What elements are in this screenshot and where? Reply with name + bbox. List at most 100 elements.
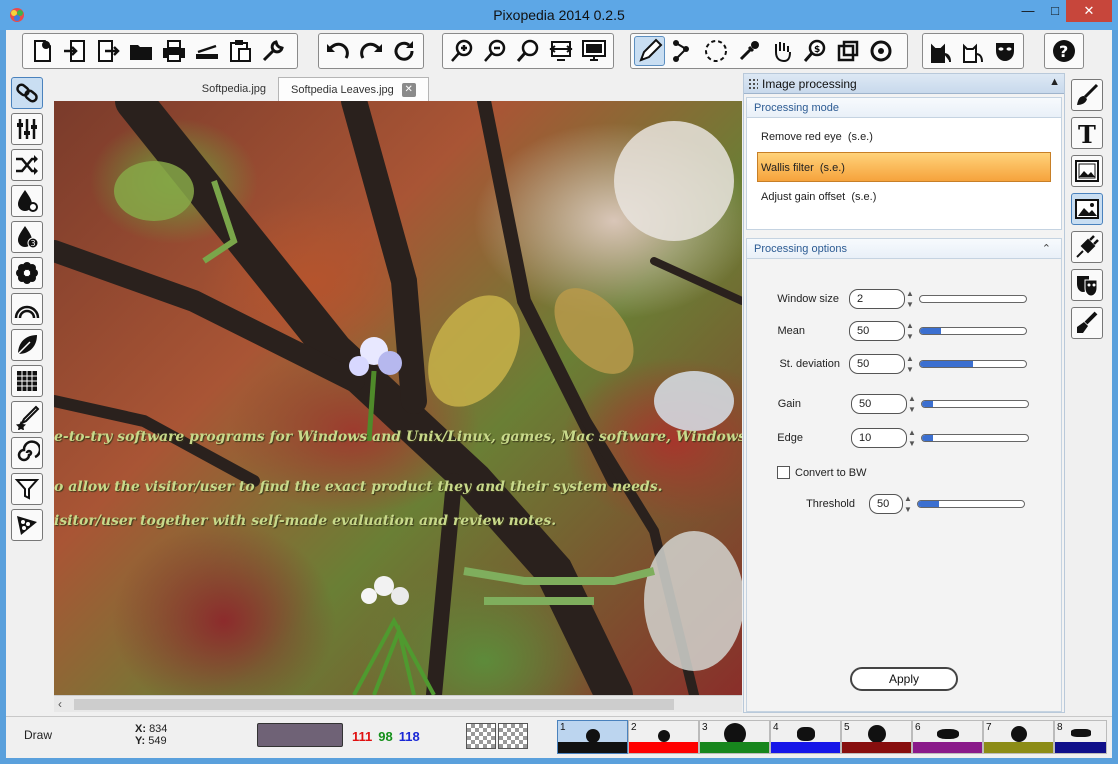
paint-brush-button[interactable] xyxy=(1071,307,1103,339)
convert-to-bw-checkbox[interactable] xyxy=(777,466,790,479)
image-processing-button[interactable] xyxy=(1071,193,1103,225)
grid-button[interactable] xyxy=(11,365,43,397)
spinner-arrows-icon[interactable]: ▲ ▼ xyxy=(906,354,916,374)
shuffle-button[interactable] xyxy=(11,149,43,181)
zoom-in-button[interactable] xyxy=(446,36,477,66)
scan-button[interactable] xyxy=(191,36,222,66)
export-button[interactable] xyxy=(92,36,123,66)
leaf-button[interactable] xyxy=(11,329,43,361)
spinner-arrows-icon[interactable]: ▲ ▼ xyxy=(908,428,918,448)
draw-tool-button[interactable] xyxy=(634,36,665,66)
zoom-out-button[interactable] xyxy=(479,36,510,66)
undo-button[interactable] xyxy=(322,36,353,66)
brush-preset[interactable]: 3 xyxy=(699,720,770,754)
drag-grip-icon[interactable] xyxy=(748,78,758,90)
apply-button[interactable]: Apply xyxy=(850,667,958,691)
new-image-button[interactable] xyxy=(26,36,57,66)
open-folder-button[interactable] xyxy=(125,36,156,66)
close-window-button[interactable]: ✕ xyxy=(1066,0,1112,22)
brush-preset[interactable]: 4 xyxy=(770,720,841,754)
spinner-arrows-icon[interactable]: ▲ ▼ xyxy=(906,289,916,309)
edge-input[interactable]: 10 xyxy=(851,428,907,448)
open-button[interactable] xyxy=(59,36,90,66)
gain-slider[interactable] xyxy=(921,400,1029,408)
spinner-arrows-icon[interactable]: ▲ ▼ xyxy=(908,394,918,414)
hand-icon xyxy=(774,42,791,63)
st-deviation-input[interactable]: 50 xyxy=(849,354,905,374)
brush-preset[interactable]: 7 xyxy=(983,720,1054,754)
horizontal-scrollbar[interactable]: ‹ xyxy=(54,695,742,712)
spinner-arrows-icon[interactable]: ▲ ▼ xyxy=(906,321,916,341)
fit-window-button[interactable] xyxy=(545,36,576,66)
brush-preset[interactable]: 6 xyxy=(912,720,983,754)
brush-preset[interactable]: 8 xyxy=(1054,720,1107,754)
refresh-button[interactable] xyxy=(388,36,419,66)
mode-wallis-filter[interactable]: Wallis filter (s.e.) xyxy=(757,152,1051,182)
gain-input[interactable]: 50 xyxy=(851,394,907,414)
image-canvas[interactable]: e-to-try software programs for Windows a… xyxy=(54,101,742,695)
current-color-swatch[interactable] xyxy=(257,723,343,747)
printer-icon xyxy=(162,40,185,62)
threshold-slider[interactable] xyxy=(917,500,1025,508)
cat-filter-button[interactable] xyxy=(926,36,956,66)
settings-button[interactable] xyxy=(257,36,288,66)
fullscreen-button[interactable] xyxy=(578,36,609,66)
brush-preset[interactable]: 1 xyxy=(557,720,628,754)
adjust-levels-button[interactable] xyxy=(11,113,43,145)
edge-slider[interactable] xyxy=(921,434,1029,442)
minimize-button[interactable]: — xyxy=(1013,0,1043,22)
pan-tool-button[interactable] xyxy=(766,36,797,66)
threshold-input[interactable]: 50 xyxy=(869,494,903,514)
pattern-swatch[interactable] xyxy=(498,723,528,749)
mask-button[interactable] xyxy=(990,36,1020,66)
tab-softpedia-jpg[interactable]: Softpedia.jpg xyxy=(54,77,278,101)
path-tool-button[interactable] xyxy=(667,36,698,66)
rotate-tool-button[interactable] xyxy=(865,36,896,66)
masks-button[interactable] xyxy=(1071,269,1103,301)
collapse-panel-icon[interactable]: ▲ xyxy=(1049,76,1060,88)
window-size-input[interactable]: 2 xyxy=(849,289,905,309)
mean-slider[interactable] xyxy=(919,327,1027,335)
crop-tool-button[interactable] xyxy=(832,36,863,66)
ink-level-button[interactable]: 3 xyxy=(11,221,43,253)
color-picker-button[interactable] xyxy=(733,36,764,66)
brush-icon xyxy=(1077,83,1099,105)
star-pen-button[interactable] xyxy=(11,401,43,433)
paste-button[interactable] xyxy=(224,36,255,66)
brush-preset[interactable]: 2 xyxy=(628,720,699,754)
cat-outline-button[interactable] xyxy=(958,36,988,66)
ink-settings-button[interactable] xyxy=(11,185,43,217)
tab-softpedia-leaves-jpg[interactable]: Softpedia Leaves.jpg ✕ xyxy=(278,77,429,101)
brush-color-bar xyxy=(913,742,982,753)
filter-button[interactable] xyxy=(11,473,43,505)
search-tool-button[interactable]: $ xyxy=(799,36,830,66)
redo-button[interactable] xyxy=(355,36,386,66)
zoom-actual-button[interactable] xyxy=(512,36,543,66)
spiral-button[interactable] xyxy=(11,437,43,469)
rainbow-button[interactable] xyxy=(11,293,43,325)
pattern-swatch[interactable] xyxy=(466,723,496,749)
scroll-thumb[interactable] xyxy=(74,699,674,710)
pizza-button[interactable] xyxy=(11,509,43,541)
brush-preset[interactable]: 5 xyxy=(841,720,912,754)
mean-input[interactable]: 50 xyxy=(849,321,905,341)
window-size-slider[interactable] xyxy=(919,295,1027,303)
ellipse-select-button[interactable] xyxy=(700,36,731,66)
text-tool-button[interactable]: T xyxy=(1071,117,1103,149)
mode-adjust-gain-offset[interactable]: Adjust gain offset (s.e.) xyxy=(747,182,1061,212)
brush-tool-button[interactable] xyxy=(1071,79,1103,111)
print-button[interactable] xyxy=(158,36,189,66)
st-deviation-slider[interactable] xyxy=(919,360,1027,368)
collapse-section-icon[interactable]: ⌃ xyxy=(1042,239,1051,259)
tab-close-icon[interactable]: ✕ xyxy=(401,82,416,97)
link-tool-button[interactable] xyxy=(11,77,43,109)
plugins-button[interactable] xyxy=(1071,231,1103,263)
magnifier-icon xyxy=(516,39,538,62)
brush-tip-icon xyxy=(867,725,886,743)
scroll-left-icon[interactable]: ‹ xyxy=(58,697,62,711)
mode-remove-red-eye[interactable]: Remove red eye (s.e.) xyxy=(747,122,1061,152)
flower-button[interactable] xyxy=(11,257,43,289)
help-button[interactable]: ? xyxy=(1048,36,1079,66)
spinner-arrows-icon[interactable]: ▲ ▼ xyxy=(904,494,914,514)
image-frame-button[interactable] xyxy=(1071,155,1103,187)
